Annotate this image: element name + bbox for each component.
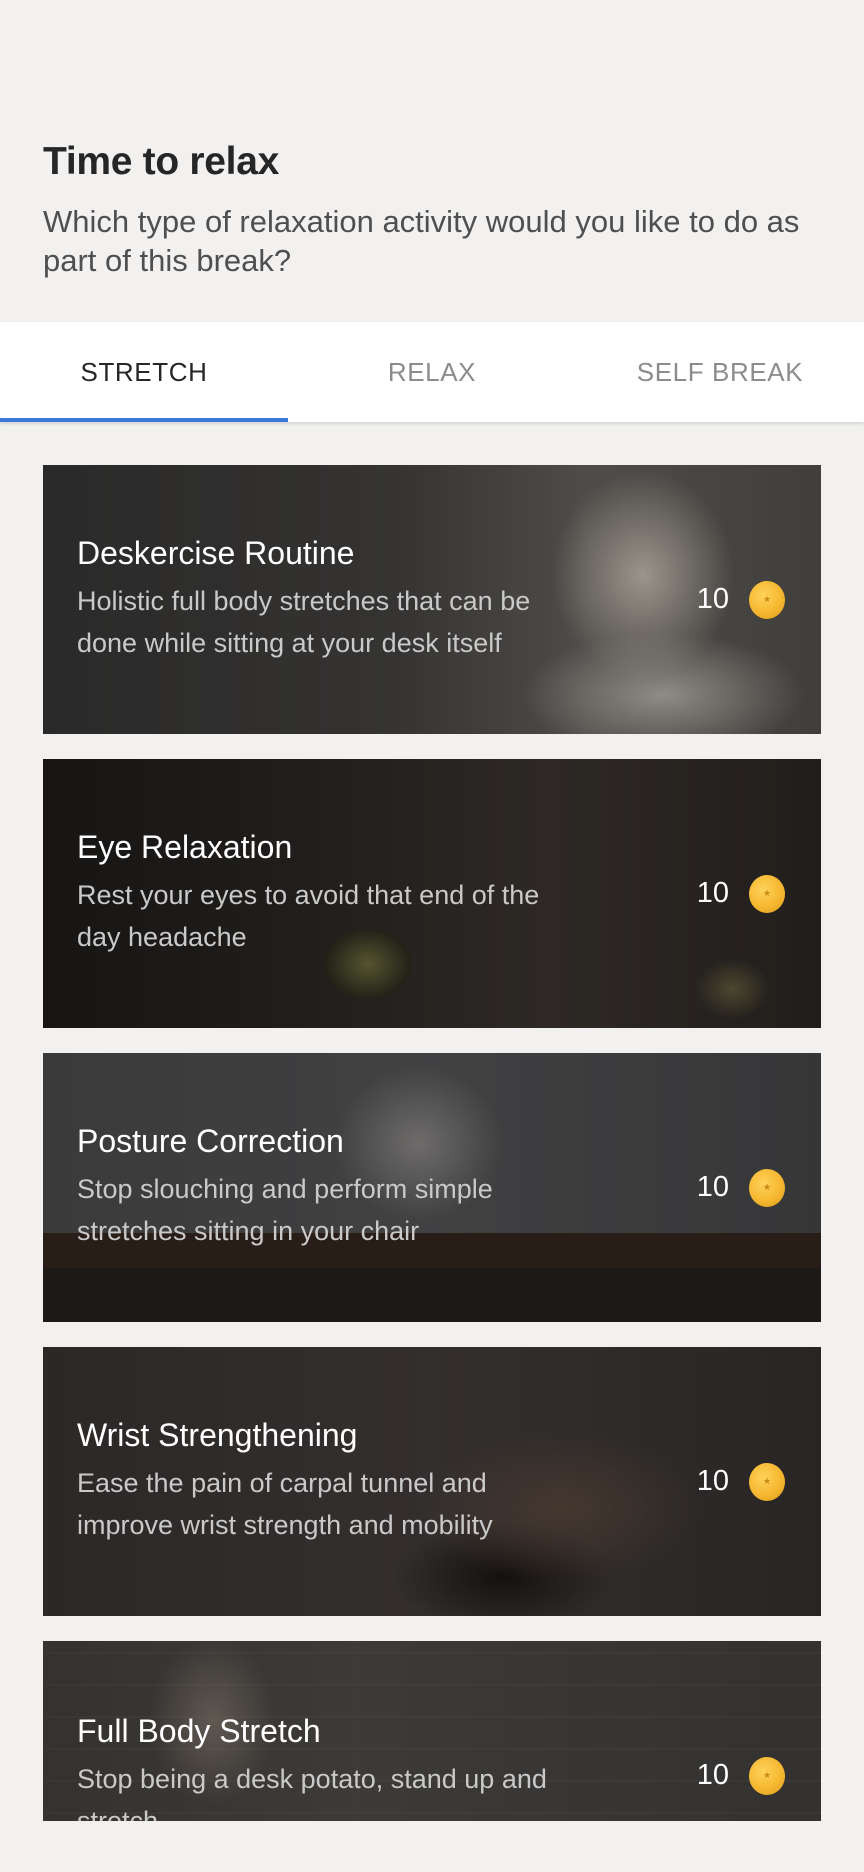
activity-description: Holistic full body stretches that can be… [77,586,531,658]
activity-title: Full Body Stretch [77,1713,321,1749]
activity-title: Eye Relaxation [77,829,293,865]
reward-value: 10 [696,1465,729,1497]
activity-description: Rest your eyes to avoid that end of the … [77,880,540,952]
coin-icon: ★ [749,1756,785,1795]
reward-points: 10 ★ [696,1756,785,1795]
reward-value: 10 [696,1759,729,1791]
activity-description: Ease the pain of carpal tunnel and impro… [77,1468,493,1540]
activity-card-deskercise-routine[interactable]: Deskercise Routine Holistic full body st… [43,465,821,734]
reward-points: 10 ★ [696,1168,785,1207]
page-subtitle: Which type of relaxation activity would … [43,204,800,278]
activity-title: Posture Correction [77,1123,344,1159]
activity-card-wrist-strengthening[interactable]: Wrist Strengthening Ease the pain of car… [43,1347,821,1616]
coin-icon: ★ [749,1168,785,1207]
activity-tabs: STRETCH RELAX SELF BREAK [0,322,864,422]
coin-icon: ★ [749,1462,785,1501]
activity-card-eye-relaxation[interactable]: Eye Relaxation Rest your eyes to avoid t… [43,759,821,1028]
reward-points: 10 ★ [696,1462,785,1501]
tab-stretch[interactable]: STRETCH [0,322,288,422]
activity-card-full-body-stretch[interactable]: Full Body Stretch Stop being a desk pota… [43,1641,821,1821]
activity-title: Deskercise Routine [77,535,355,571]
tab-relax[interactable]: RELAX [288,322,576,422]
reward-value: 10 [696,1171,729,1203]
coin-icon: ★ [749,874,785,913]
page-title: Time to relax [43,140,279,183]
activity-card-posture-correction[interactable]: Posture Correction Stop slouching and pe… [43,1053,821,1322]
activity-description: Stop being a desk potato, stand up and s… [77,1764,547,1821]
tab-self-break[interactable]: SELF BREAK [576,322,864,422]
reward-points: 10 ★ [696,874,785,913]
reward-points: 10 ★ [696,580,785,619]
activity-title: Wrist Strengthening [77,1417,358,1453]
page-header: Time to relax Which type of relaxation a… [43,140,833,280]
activity-description: Stop slouching and perform simple stretc… [77,1174,493,1246]
coin-icon: ★ [749,580,785,619]
reward-value: 10 [696,877,729,909]
reward-value: 10 [696,583,729,615]
activity-list: Deskercise Routine Holistic full body st… [43,465,821,1821]
